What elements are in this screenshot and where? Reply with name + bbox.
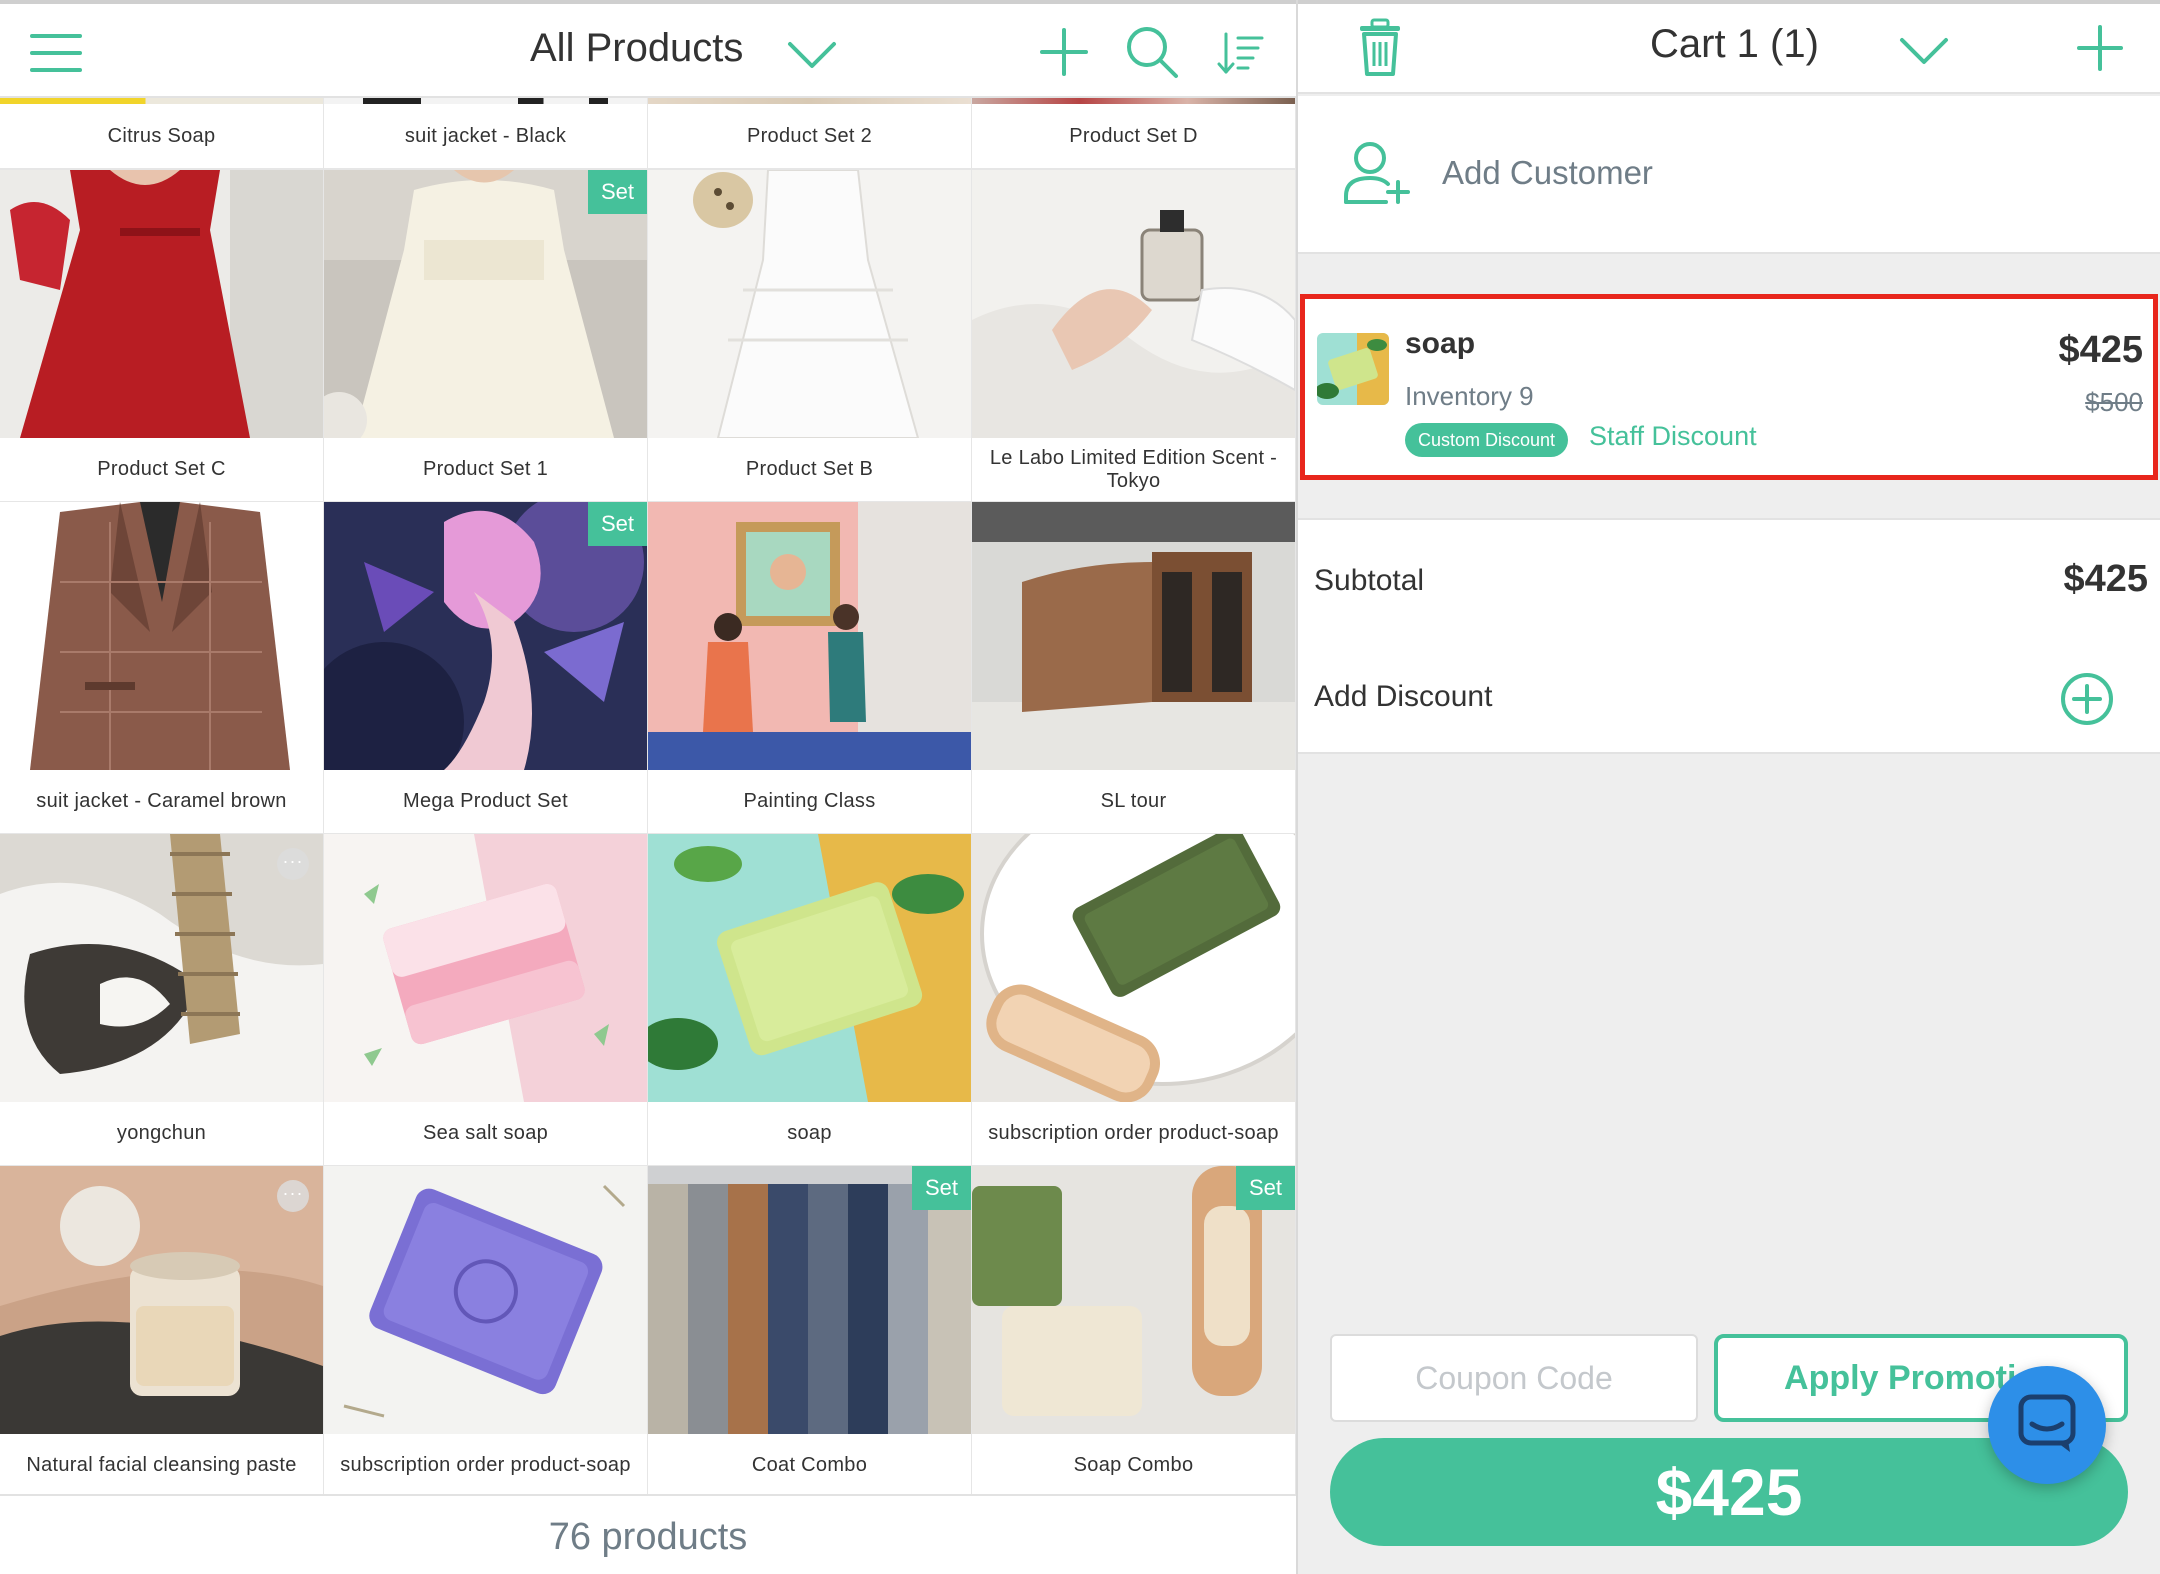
product-image xyxy=(972,834,1295,1102)
product-tile[interactable]: SL tour xyxy=(972,502,1295,833)
product-name: Sea salt soap xyxy=(422,1122,549,1144)
product-image xyxy=(972,502,1295,770)
product-name: Le Labo Limited Edition Scent - Tokyo xyxy=(989,446,1278,492)
product-name: subscription order product-soap xyxy=(988,1122,1279,1144)
more-options-icon[interactable]: ··· xyxy=(277,1180,309,1212)
chevron-down-icon[interactable] xyxy=(786,32,838,76)
add-discount-label[interactable]: Add Discount xyxy=(1314,680,1492,714)
add-customer-button[interactable]: Add Customer xyxy=(1298,96,2160,254)
product-name: Citrus Soap xyxy=(107,124,216,147)
product-header: All Products xyxy=(0,8,1296,98)
product-name: Product Set D xyxy=(1069,124,1198,147)
product-image xyxy=(324,1166,647,1434)
plus-circle-icon[interactable] xyxy=(2060,672,2114,726)
cart-item-inventory: Inventory 9 xyxy=(1405,381,1534,411)
plus-icon[interactable] xyxy=(2076,24,2124,72)
product-name: Painting Class xyxy=(743,790,876,812)
cart-item-name: soap xyxy=(1405,327,1476,360)
product-tile[interactable]: Set Product Set 1 xyxy=(324,170,647,501)
product-tile[interactable]: ··· yongchun xyxy=(0,834,323,1165)
chat-icon xyxy=(2018,1394,2076,1452)
product-tile[interactable]: Set Soap Combo xyxy=(972,1166,1295,1494)
cart-item-image xyxy=(1317,333,1389,405)
product-tile[interactable]: soap xyxy=(648,834,971,1165)
product-name: subscription order product-soap xyxy=(340,1454,631,1476)
product-name: Product Set C xyxy=(97,458,226,480)
cart-header: Cart 1 (1) xyxy=(1298,4,2160,94)
product-image xyxy=(0,1166,323,1434)
product-name: SL tour xyxy=(1100,790,1167,812)
product-tile[interactable]: Set Coat Combo xyxy=(648,1166,971,1494)
cart-title[interactable]: Cart 1 (1) xyxy=(1650,22,1819,67)
add-user-icon xyxy=(1344,142,1410,204)
discount-name: Staff Discount xyxy=(1589,421,1757,451)
product-tile[interactable]: Sea salt soap xyxy=(324,834,647,1165)
product-count: 76 products xyxy=(0,1494,1296,1574)
product-image xyxy=(0,834,323,1102)
set-badge: Set xyxy=(588,502,647,546)
cart-item-price: $425 xyxy=(2058,329,2143,371)
product-image xyxy=(648,834,971,1102)
product-name: Natural facial cleansing paste xyxy=(26,1454,297,1476)
plus-icon[interactable] xyxy=(1038,26,1090,78)
product-tile[interactable]: Citrus Soap xyxy=(0,98,323,168)
product-image xyxy=(0,502,323,770)
product-name: Soap Combo xyxy=(1073,1454,1194,1476)
product-name: Product Set 1 xyxy=(422,458,549,480)
product-name: Product Set 2 xyxy=(746,124,873,147)
product-tile[interactable]: subscription order product-soap xyxy=(972,834,1295,1165)
subtotal-label: Subtotal xyxy=(1314,564,1425,597)
product-name: suit jacket - Black xyxy=(404,124,567,147)
product-name: suit jacket - Caramel brown xyxy=(36,790,287,812)
subtotal-value: $425 xyxy=(2063,558,2148,600)
cart-summary: Subtotal $425 Add Discount xyxy=(1298,518,2160,754)
add-customer-label: Add Customer xyxy=(1442,154,1653,191)
chevron-down-icon[interactable] xyxy=(1898,28,1950,72)
cart-item-original-price: $500 xyxy=(2085,387,2143,417)
trash-icon[interactable] xyxy=(1356,18,1404,76)
product-name: yongchun xyxy=(116,1122,207,1144)
product-panel: All Products Citrus Soap suit jacket - B… xyxy=(0,0,1296,1574)
cart-line-item[interactable]: soap Inventory 9 Custom Discount Staff D… xyxy=(1300,294,2158,480)
chat-support-button[interactable] xyxy=(1988,1366,2106,1484)
product-tile[interactable]: subscription order product-soap xyxy=(324,1166,647,1494)
product-tile[interactable]: Product Set 2 xyxy=(648,98,971,168)
product-grid: Citrus Soap suit jacket - Black Product … xyxy=(0,98,1296,1494)
product-tile[interactable]: Product Set B xyxy=(648,170,971,501)
product-tile[interactable]: Product Set C xyxy=(0,170,323,501)
product-tile[interactable]: Painting Class xyxy=(648,502,971,833)
cart-panel: Cart 1 (1) Add Customer soap Inventory 9… xyxy=(1298,0,2160,1574)
product-tile[interactable]: Le Labo Limited Edition Scent - Tokyo xyxy=(972,170,1295,501)
product-image xyxy=(648,502,971,770)
coupon-code-input[interactable] xyxy=(1330,1334,1698,1422)
search-icon[interactable] xyxy=(1124,24,1180,80)
product-category-title[interactable]: All Products xyxy=(530,26,743,71)
sort-icon[interactable] xyxy=(1216,30,1264,78)
product-tile[interactable]: Set Mega Product Set xyxy=(324,502,647,833)
custom-discount-badge: Custom Discount xyxy=(1405,423,1569,457)
product-tile[interactable]: suit jacket - Black xyxy=(324,98,647,168)
hamburger-menu-icon[interactable] xyxy=(30,30,82,76)
product-name: Product Set B xyxy=(745,458,874,480)
product-name: Coat Combo xyxy=(751,1454,868,1476)
product-image xyxy=(648,170,971,438)
product-image xyxy=(0,170,323,438)
set-badge: Set xyxy=(588,170,647,214)
product-tile[interactable]: ··· Natural facial cleansing paste xyxy=(0,1166,323,1494)
product-image xyxy=(324,834,647,1102)
more-options-icon[interactable]: ··· xyxy=(277,848,309,880)
product-image xyxy=(972,170,1295,438)
product-name: Mega Product Set xyxy=(403,790,568,812)
product-tile[interactable]: suit jacket - Caramel brown xyxy=(0,502,323,833)
product-tile[interactable]: Product Set D xyxy=(972,98,1295,168)
set-badge: Set xyxy=(912,1166,971,1210)
set-badge: Set xyxy=(1236,1166,1295,1210)
product-name: soap xyxy=(787,1122,832,1144)
